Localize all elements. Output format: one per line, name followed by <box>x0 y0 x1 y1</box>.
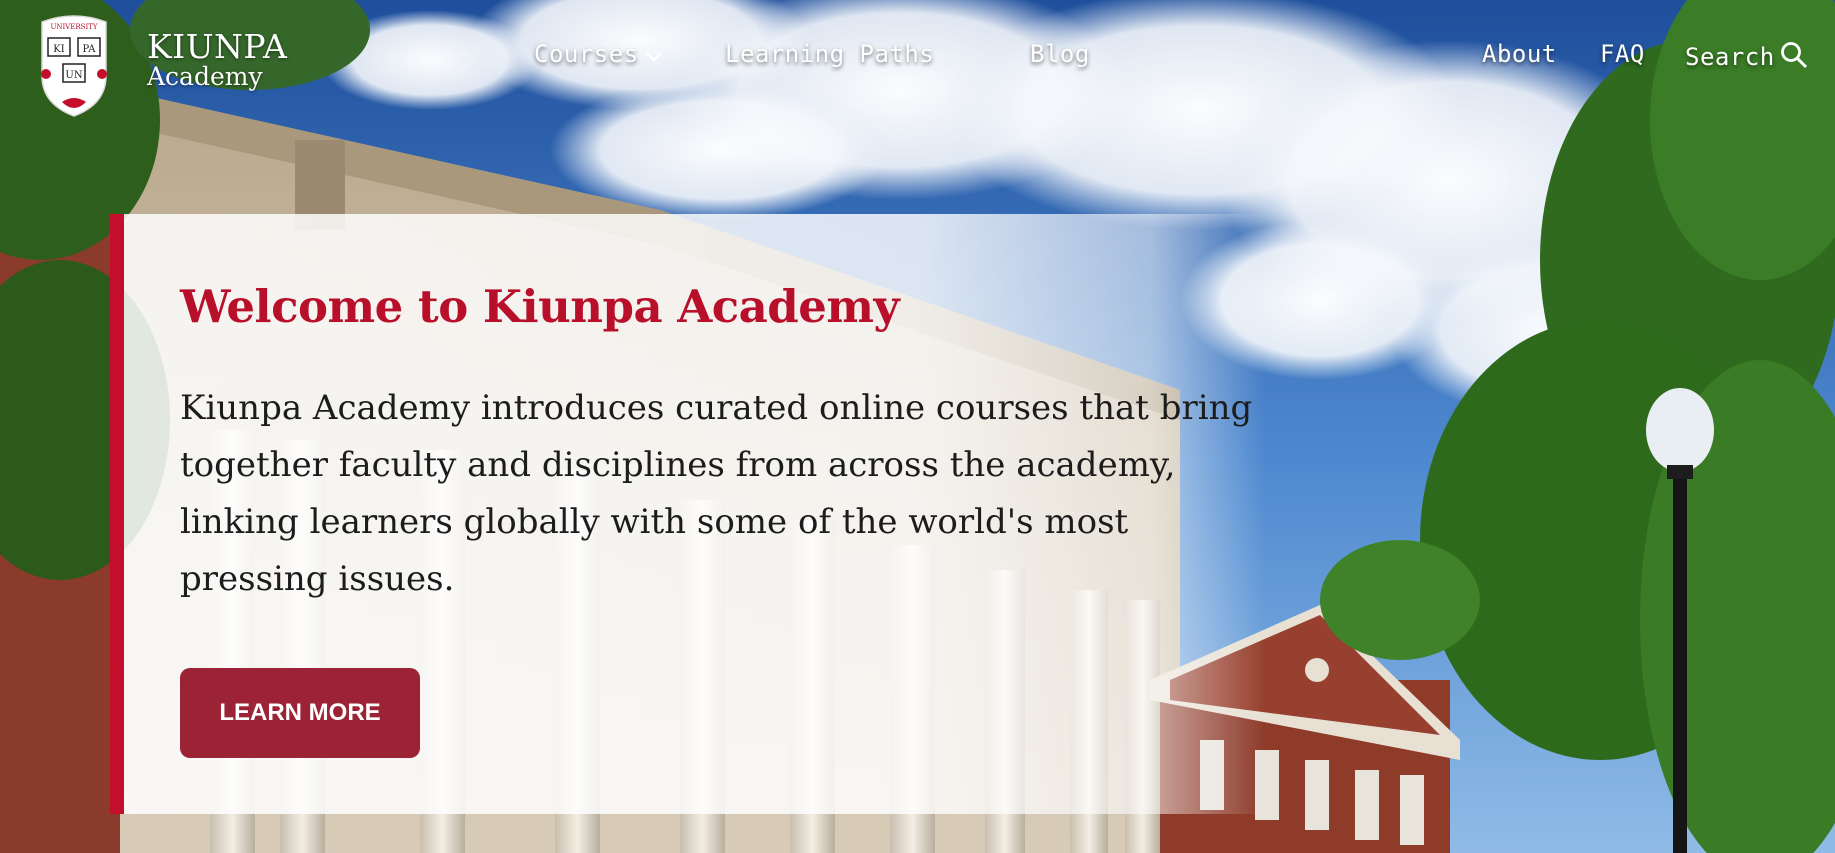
learn-more-button[interactable]: LEARN MORE <box>180 668 420 758</box>
hero-title: Welcome to Kiunpa Academy <box>180 280 900 333</box>
nav-courses-label: Courses <box>534 40 639 68</box>
nav-blog[interactable]: Blog <box>1030 40 1090 68</box>
main-nav: Courses Learning Paths Blog About FAQ Se… <box>0 40 1835 80</box>
nav-learning-paths[interactable]: Learning Paths <box>725 40 934 68</box>
hero-description: Kiunpa Academy introduces curated online… <box>180 388 1253 599</box>
svg-text:UNIVERSITY: UNIVERSITY <box>50 23 97 31</box>
nav-faq[interactable]: FAQ <box>1600 40 1645 68</box>
chevron-down-icon <box>645 41 663 69</box>
nav-courses[interactable]: Courses <box>534 40 663 69</box>
nav-search-label: Search <box>1685 43 1775 71</box>
nav-about[interactable]: About <box>1482 40 1557 68</box>
search-icon <box>1779 40 1809 76</box>
nav-search[interactable]: Search <box>1685 40 1809 76</box>
site-header: UNIVERSITY KI PA UN KIUNPA Academy Cours… <box>0 0 1835 120</box>
